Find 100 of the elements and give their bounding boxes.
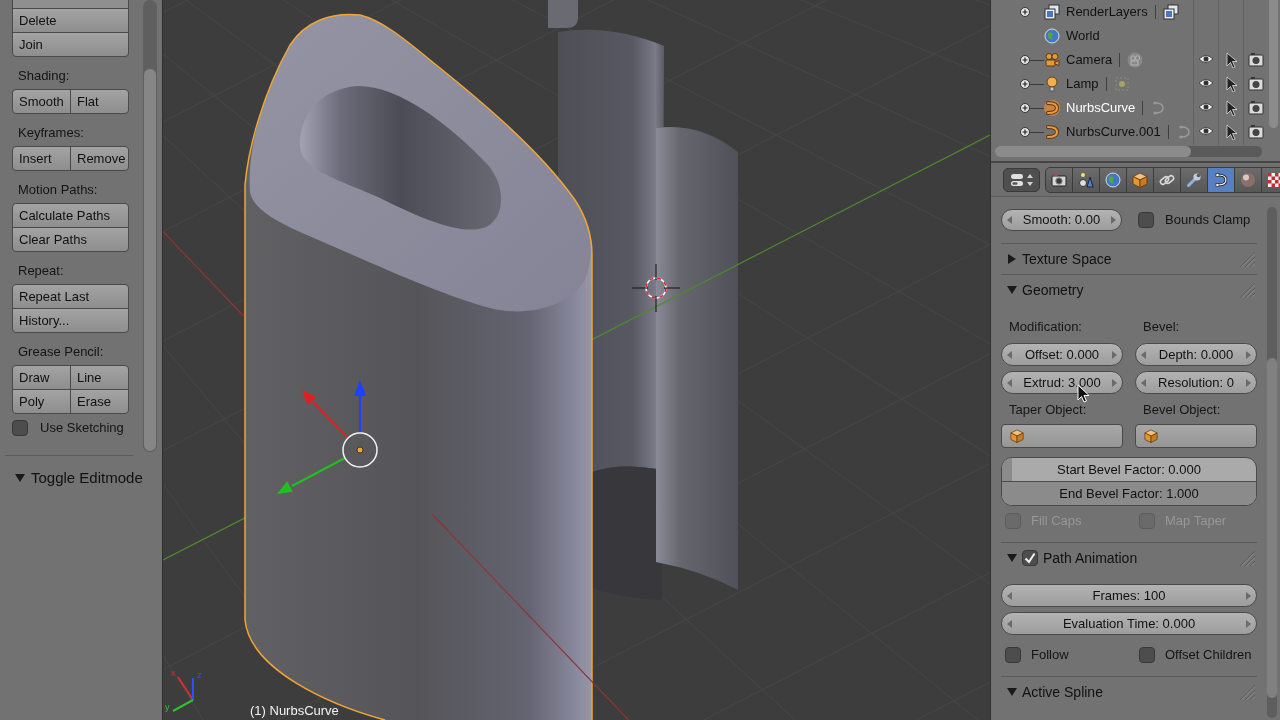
caret-down-icon[interactable] bbox=[1007, 285, 1017, 295]
slider[interactable]: Start Bevel Factor: 0.000 bbox=[1001, 457, 1257, 482]
tool-button[interactable]: Remove bbox=[70, 146, 129, 171]
right-arrow-icon[interactable] bbox=[1246, 591, 1251, 600]
drag-handle-icon[interactable] bbox=[1239, 550, 1255, 566]
pointer-arrow-icon[interactable] bbox=[1224, 100, 1237, 116]
scrollbar-thumb[interactable] bbox=[995, 146, 1191, 157]
camera-data-icon[interactable] bbox=[1127, 52, 1144, 68]
scrollbar-thumb[interactable] bbox=[1269, 0, 1278, 128]
drag-handle-icon[interactable] bbox=[1239, 684, 1255, 700]
tool-button[interactable]: Line bbox=[70, 365, 129, 390]
pointer-arrow-icon[interactable] bbox=[1224, 124, 1237, 140]
pointer-arrow-icon[interactable] bbox=[1224, 76, 1237, 92]
outliner-item[interactable]: Lamp bbox=[1066, 74, 1099, 94]
eye-icon[interactable] bbox=[1197, 124, 1214, 138]
outliner-item[interactable]: NurbsCurve bbox=[1066, 98, 1136, 118]
left-arrow-icon[interactable] bbox=[1007, 350, 1012, 359]
outliner-item[interactable]: World bbox=[1066, 26, 1100, 46]
plus-circle-icon[interactable] bbox=[1020, 55, 1030, 65]
left-arrow-icon[interactable] bbox=[1141, 350, 1146, 359]
scrollbar[interactable] bbox=[995, 146, 1262, 157]
right-arrow-icon[interactable] bbox=[1112, 350, 1117, 359]
caret-right-icon[interactable] bbox=[1007, 254, 1017, 264]
caret-down-icon[interactable] bbox=[1007, 553, 1017, 563]
drag-handle-icon[interactable] bbox=[1239, 251, 1255, 267]
caret-down-icon[interactable] bbox=[15, 473, 25, 483]
plus-circle-icon[interactable] bbox=[1020, 103, 1030, 113]
properties-tab[interactable] bbox=[1261, 166, 1280, 193]
drag-handle-icon[interactable] bbox=[1239, 282, 1255, 298]
properties-tab[interactable] bbox=[1153, 166, 1181, 193]
properties-tab[interactable] bbox=[1099, 166, 1127, 193]
left-arrow-icon[interactable] bbox=[1007, 619, 1012, 628]
left-arrow-icon[interactable] bbox=[1007, 591, 1012, 600]
object-field[interactable] bbox=[1001, 424, 1123, 448]
tool-button[interactable]: Flat bbox=[70, 89, 129, 114]
left-arrow-icon[interactable] bbox=[1007, 378, 1012, 387]
object-field[interactable] bbox=[1135, 424, 1257, 448]
number-field[interactable]: Depth: 0.000 bbox=[1135, 343, 1257, 366]
number-field[interactable]: Resolution: 0 bbox=[1135, 371, 1257, 394]
number-field[interactable]: Offset: 0.000 bbox=[1001, 343, 1123, 366]
scrollbar[interactable] bbox=[1267, 207, 1277, 718]
properties-tab[interactable] bbox=[1234, 166, 1262, 193]
tool-button[interactable]: History... bbox=[12, 308, 129, 333]
editor-type-button[interactable] bbox=[1003, 167, 1040, 192]
checkbox[interactable] bbox=[1022, 550, 1038, 566]
transform-gizmo-drawing[interactable] bbox=[277, 380, 378, 494]
plus-circle-icon[interactable] bbox=[1020, 127, 1030, 137]
right-arrow-icon[interactable] bbox=[1246, 619, 1251, 628]
checkbox[interactable] bbox=[1005, 647, 1021, 663]
outliner-item[interactable]: Camera bbox=[1066, 50, 1113, 70]
camera-icon[interactable] bbox=[1247, 124, 1264, 139]
caret-down-icon[interactable] bbox=[1007, 687, 1017, 697]
camera-icon[interactable] bbox=[1247, 76, 1264, 91]
image-layers-icon[interactable] bbox=[1162, 4, 1179, 20]
properties-tab[interactable] bbox=[1045, 166, 1073, 193]
tool-button[interactable]: Join bbox=[12, 32, 129, 57]
checkbox[interactable] bbox=[1138, 212, 1154, 228]
properties-tab[interactable] bbox=[1072, 166, 1100, 193]
scrollbar[interactable] bbox=[143, 0, 157, 452]
checkbox[interactable] bbox=[1139, 647, 1155, 663]
number-field[interactable]: Extrud: 3.000 bbox=[1001, 371, 1123, 394]
right-arrow-icon[interactable] bbox=[1112, 378, 1117, 387]
right-arrow-icon[interactable] bbox=[1246, 350, 1251, 359]
panel-title[interactable]: Path Animation bbox=[1043, 547, 1138, 569]
tool-button[interactable]: Repeat Last bbox=[12, 284, 129, 309]
camera-icon[interactable] bbox=[1247, 52, 1264, 67]
properties-tab[interactable] bbox=[1126, 166, 1154, 193]
tool-button[interactable]: Poly bbox=[12, 389, 71, 414]
tool-button[interactable]: Calculate Paths bbox=[12, 203, 129, 228]
eye-icon[interactable] bbox=[1197, 52, 1214, 66]
scrollbar-thumb[interactable] bbox=[1267, 358, 1277, 698]
camera-icon[interactable] bbox=[1247, 100, 1264, 115]
scrollbar-thumb[interactable] bbox=[143, 68, 157, 452]
tool-button[interactable]: Smooth bbox=[12, 89, 71, 114]
left-arrow-icon[interactable] bbox=[1141, 378, 1146, 387]
panel-title[interactable]: Geometry bbox=[1022, 279, 1084, 301]
number-field[interactable]: Evaluation Time: 0.000 bbox=[1001, 612, 1257, 635]
tool-button[interactable]: Insert bbox=[12, 146, 71, 171]
number-field[interactable]: Frames: 100 bbox=[1001, 584, 1257, 607]
plus-circle-icon[interactable] bbox=[1020, 79, 1030, 89]
panel-title[interactable]: Texture Space bbox=[1022, 248, 1112, 270]
panel-title[interactable]: Active Spline bbox=[1022, 681, 1103, 703]
tool-button[interactable]: Delete bbox=[12, 8, 129, 33]
outliner-item[interactable]: RenderLayers bbox=[1066, 2, 1148, 22]
checkbox[interactable] bbox=[12, 420, 28, 436]
outliner-item[interactable]: NurbsCurve.001 bbox=[1066, 122, 1161, 142]
left-arrow-icon[interactable] bbox=[1007, 216, 1012, 224]
properties-tab[interactable] bbox=[1180, 166, 1208, 193]
eye-icon[interactable] bbox=[1197, 100, 1214, 114]
plus-circle-icon[interactable] bbox=[1020, 7, 1030, 17]
lamp-data-icon[interactable] bbox=[1113, 76, 1130, 92]
tool-button[interactable]: Clear Paths bbox=[12, 227, 129, 252]
eye-icon[interactable] bbox=[1197, 76, 1214, 90]
properties-tab[interactable] bbox=[1207, 166, 1235, 193]
pointer-arrow-icon[interactable] bbox=[1224, 52, 1237, 68]
right-arrow-icon[interactable] bbox=[1246, 378, 1251, 387]
tool-button[interactable]: Erase bbox=[70, 389, 129, 414]
number-field[interactable]: Smooth: 0.00 bbox=[1001, 209, 1122, 231]
panel-title[interactable]: Toggle Editmode bbox=[31, 466, 143, 490]
slider[interactable]: End Bevel Factor: 1.000 bbox=[1001, 481, 1257, 506]
